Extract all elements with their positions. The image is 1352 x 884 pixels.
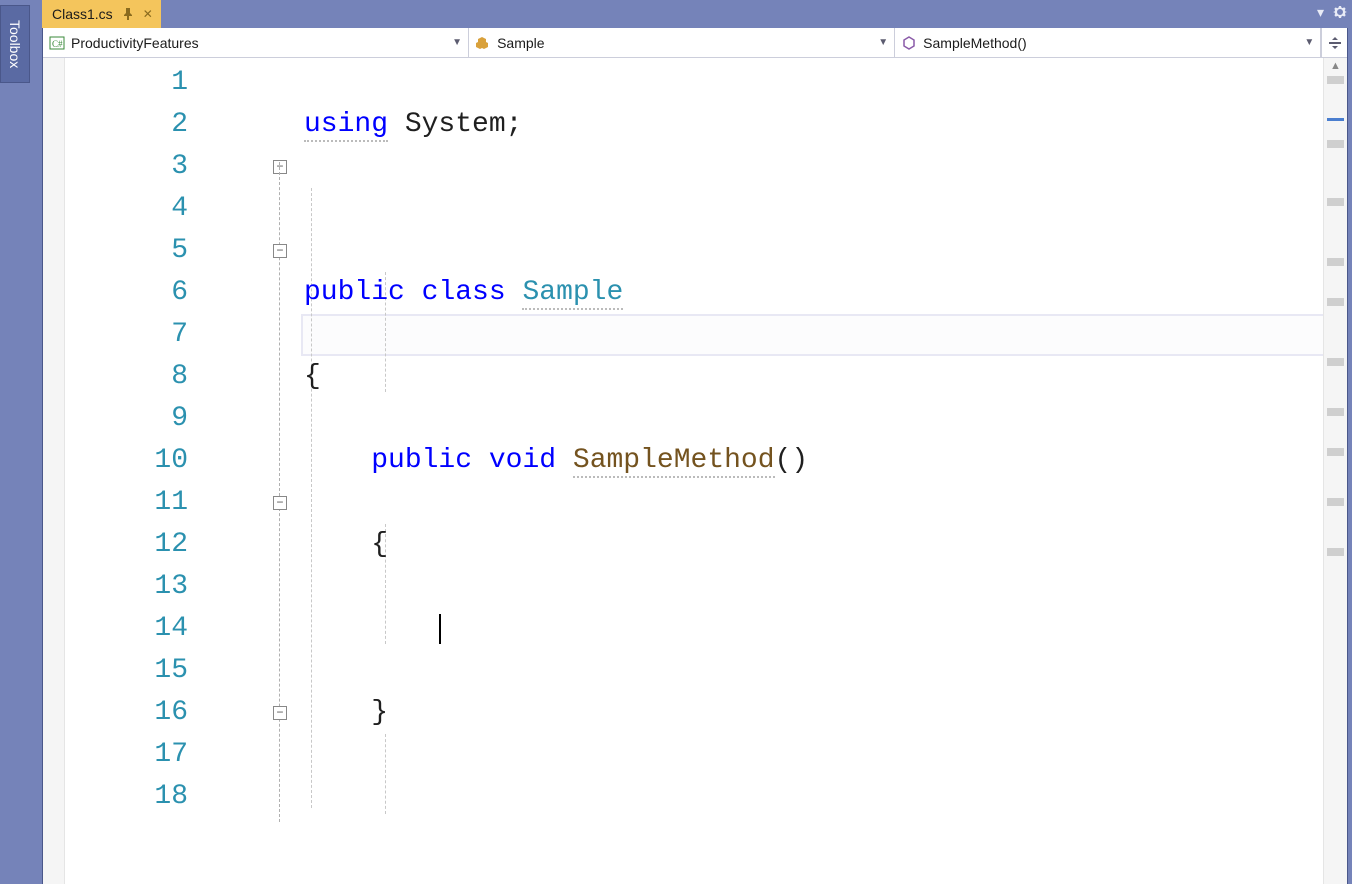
overflow-chevron-icon[interactable]: ▾ (1317, 4, 1324, 21)
line-number: 9 (65, 398, 188, 440)
overview-mark (1327, 498, 1344, 506)
line-number: 16 (65, 692, 188, 734)
pin-icon[interactable] (123, 8, 133, 20)
overview-caret-mark (1327, 118, 1344, 121)
nav-class-label: Sample (497, 35, 544, 51)
token-brace: { (371, 529, 388, 560)
token-keyword: public (304, 277, 405, 308)
vertical-scrollbar[interactable]: ▲ ▼ (1323, 58, 1347, 884)
token-keyword: public (371, 445, 472, 476)
line-number: 6 (65, 272, 188, 314)
token-brace: } (371, 697, 388, 728)
line-number-gutter: 1 2 3 4 5 6 7 8 9 10 11 12 13 14 15 16 1… (65, 58, 220, 884)
line-number: 17 (65, 734, 188, 776)
line-number: 13 (65, 566, 188, 608)
token-method: SampleMethod (573, 445, 775, 478)
token-punct: ; (506, 109, 523, 140)
line-number: 18 (65, 776, 188, 818)
nav-member-dropdown[interactable]: SampleMethod() ▼ (895, 28, 1321, 57)
line-number: 8 (65, 356, 188, 398)
token-brace: { (304, 361, 321, 392)
method-icon (901, 35, 917, 51)
chevron-down-icon: ▼ (878, 37, 888, 48)
indicator-margin (43, 58, 65, 884)
line-number: 15 (65, 650, 188, 692)
class-icon (475, 35, 491, 51)
svg-text:C#: C# (52, 39, 63, 49)
line-number: 7 (65, 314, 188, 356)
line-number: 1 (65, 62, 188, 104)
document-tab-filename: Class1.cs (52, 6, 113, 22)
line-number: 10 (65, 440, 188, 482)
overview-mark (1327, 140, 1344, 148)
token-type: Sample (522, 277, 623, 310)
split-editor-icon[interactable] (1321, 28, 1347, 57)
overview-mark (1327, 198, 1344, 206)
token-keyword: using (304, 109, 388, 142)
gear-icon[interactable] (1332, 4, 1348, 21)
line-number: 14 (65, 608, 188, 650)
code-editor[interactable]: 1 2 3 4 5 6 7 8 9 10 11 12 13 14 15 16 1… (43, 58, 1347, 884)
overview-mark (1327, 298, 1344, 306)
toolbox-panel-tab[interactable]: Toolbox (0, 5, 30, 83)
nav-class-dropdown[interactable]: Sample ▼ (469, 28, 895, 57)
tabstrip-actions: ▾ (1317, 4, 1348, 21)
token-punct: () (775, 445, 809, 476)
line-number: 2 (65, 104, 188, 146)
document-tab-strip: Class1.cs ✕ ▾ (42, 0, 1348, 28)
overview-mark (1327, 548, 1344, 556)
nav-project-dropdown[interactable]: C# ProductivityFeatures ▼ (43, 28, 469, 57)
line-number: 3 (65, 146, 188, 188)
code-nav-bar: C# ProductivityFeatures ▼ Sample ▼ Sampl… (43, 28, 1347, 58)
nav-member-label: SampleMethod() (923, 35, 1027, 51)
scroll-up-icon[interactable]: ▲ (1324, 60, 1347, 72)
token-namespace: System (405, 109, 506, 140)
token-keyword: void (489, 445, 556, 476)
overview-mark (1327, 76, 1344, 84)
overview-mark (1327, 258, 1344, 266)
close-icon[interactable]: ✕ (143, 7, 153, 21)
editor-shell: C# ProductivityFeatures ▼ Sample ▼ Sampl… (42, 28, 1348, 884)
line-number: 5 (65, 230, 188, 272)
toolbox-label: Toolbox (7, 20, 23, 68)
overview-mark (1327, 358, 1344, 366)
document-tab-class1[interactable]: Class1.cs ✕ (42, 0, 161, 28)
nav-project-label: ProductivityFeatures (71, 35, 199, 51)
overview-mark (1327, 448, 1344, 456)
token-keyword: class (422, 277, 506, 308)
code-text-area[interactable]: using System; public class Sample { publ… (220, 58, 1323, 884)
text-caret (439, 614, 441, 644)
line-number: 12 (65, 524, 188, 566)
overview-mark (1327, 408, 1344, 416)
csharp-project-icon: C# (49, 35, 65, 51)
line-number: 4 (65, 188, 188, 230)
line-number: 11 (65, 482, 188, 524)
chevron-down-icon: ▼ (1304, 37, 1314, 48)
chevron-down-icon: ▼ (452, 37, 462, 48)
